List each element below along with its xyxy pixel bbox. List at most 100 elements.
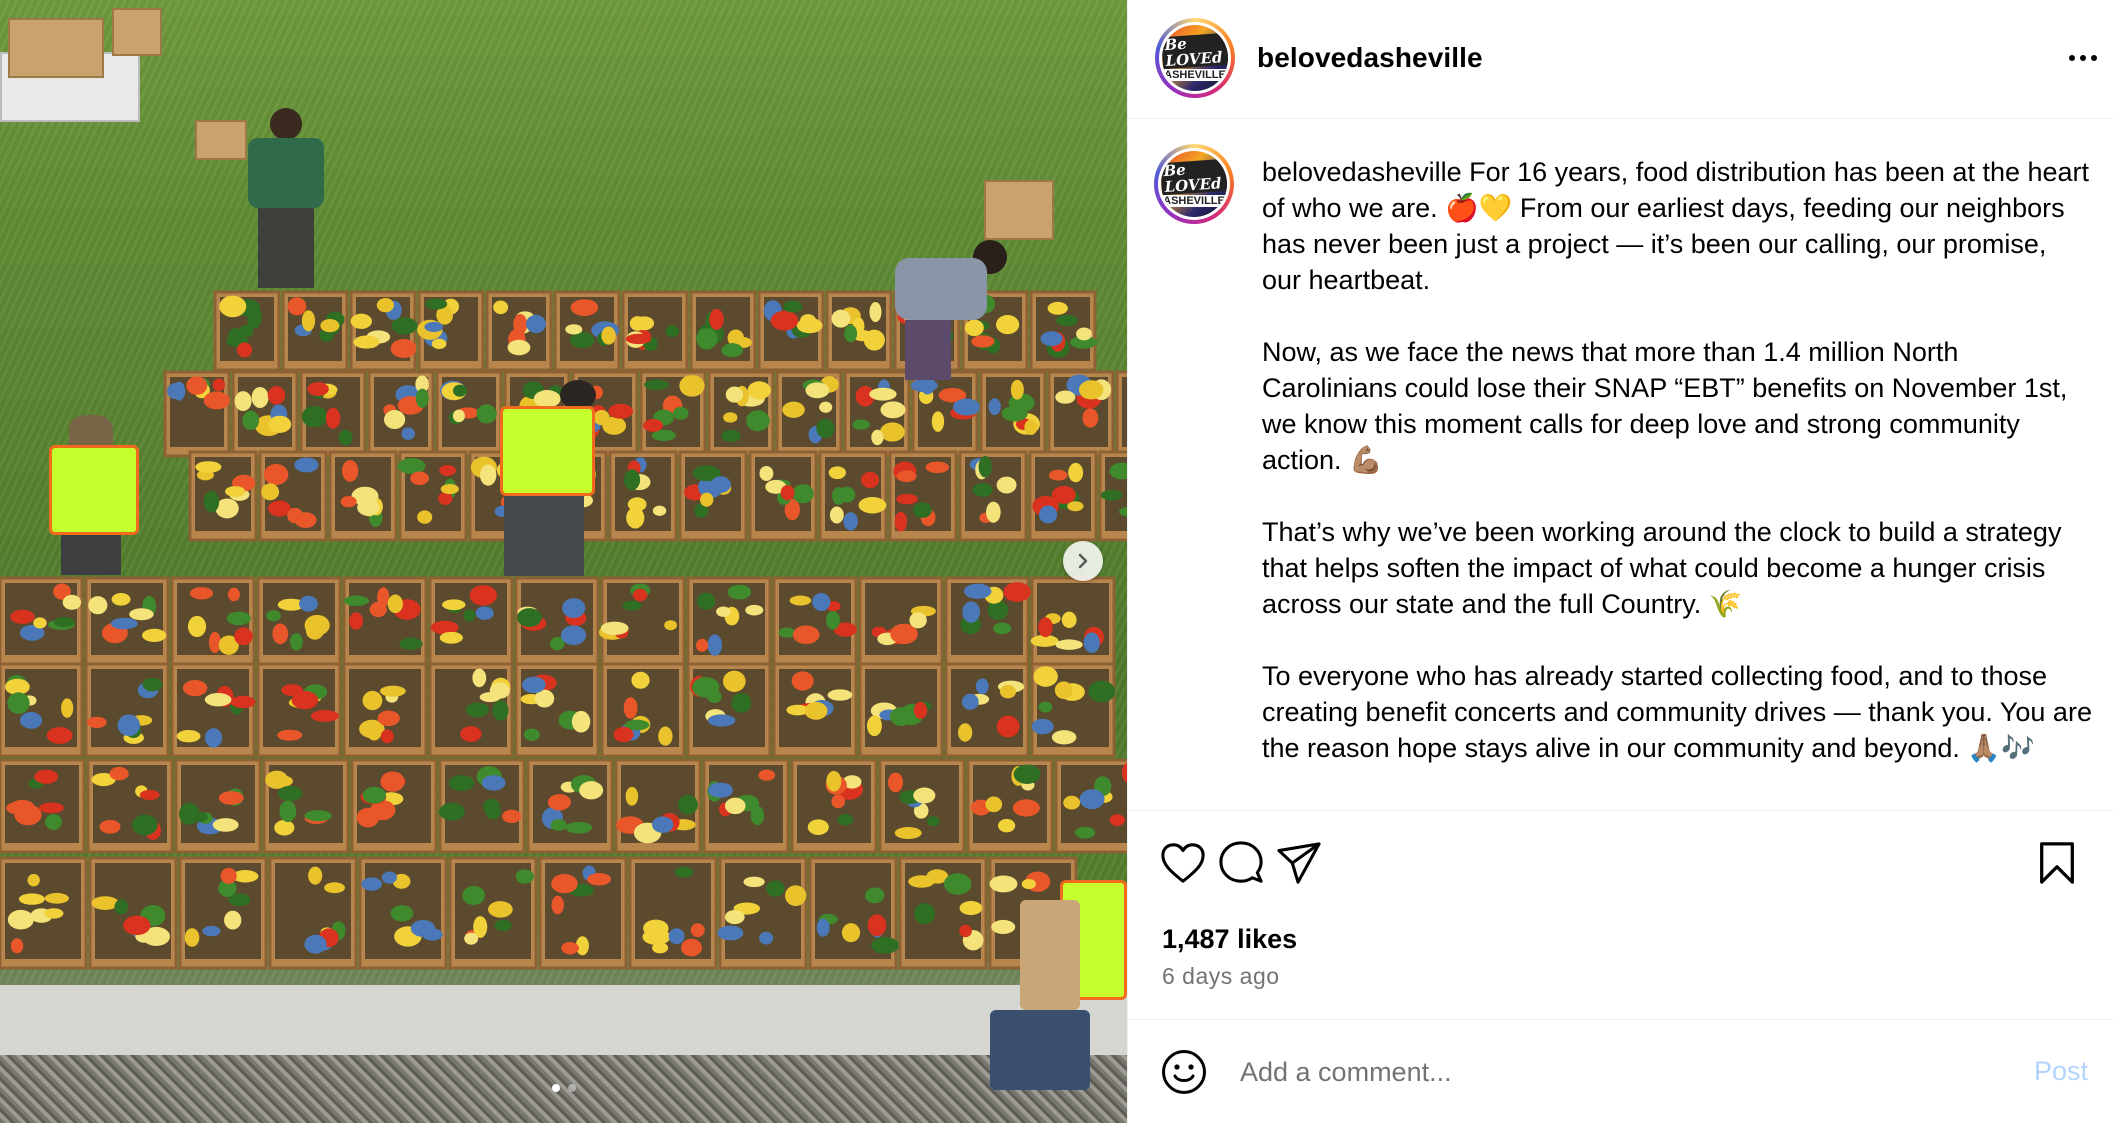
carousel-dot [551,1084,560,1092]
avatar-logo-text: Be LOVEd [1161,158,1227,196]
produce-item [1076,327,1093,341]
username-link[interactable]: belovedasheville [1257,42,1483,74]
produce-item [109,766,129,781]
produce-item [291,690,319,710]
avatar[interactable]: Be LOVEd ASHEVILLE [1155,18,1235,98]
produce-item [274,819,295,836]
produce-item [765,880,785,897]
post-side-panel: Be LOVEd ASHEVILLE belovedasheville Be L… [1127,0,2114,1123]
produce-item [826,770,842,792]
produce-item [114,899,128,915]
produce-item [187,615,207,638]
produce-item [843,512,858,531]
volunteer-vest [990,840,1127,1100]
post-timestamp[interactable]: 6 days ago [1162,963,1280,990]
post-comment-button[interactable]: Post [2034,1056,2088,1087]
produce-item [721,343,744,358]
produce-item [45,813,62,831]
more-options-icon[interactable] [2063,42,2103,74]
produce-item [1038,701,1053,713]
produce-item [807,819,829,835]
produce-item [913,502,932,518]
produce-item [1038,617,1053,638]
produce-item [831,794,846,809]
caption-paragraph: Now, as we face the news that more than … [1262,337,2068,475]
produce-item [658,726,673,746]
produce-item [442,599,466,611]
produce-item [707,714,736,727]
produce-item [485,803,501,820]
post-caption: belovedasheville For 16 years, food dist… [1262,154,2092,766]
produce-item [19,712,43,729]
produce-item [208,631,221,653]
produce-item [265,770,289,789]
produce-item [800,314,817,327]
carousel-dot [567,1084,576,1092]
produce-item [425,298,448,310]
produce-item [1039,505,1058,524]
produce-item [601,326,616,345]
emoji-button[interactable] [1160,1048,1208,1096]
produce-item [226,611,251,626]
produce-item [261,483,280,501]
caption-avatar[interactable]: Be LOVEd ASHEVILLE [1154,144,1234,224]
produce-item [212,378,226,392]
like-button[interactable] [1158,838,1208,888]
produce-item [132,814,158,836]
produce-item [44,892,69,904]
post-photo[interactable] [0,0,1127,1123]
produce-item [865,887,885,904]
share-button[interactable] [1274,838,1324,888]
produce-item [184,928,200,947]
produce-item [410,920,436,937]
produce-item [62,594,82,610]
produce-item [571,710,591,733]
produce-item [305,621,324,640]
produce-item [931,411,945,432]
produce-item [871,937,900,954]
comment-button[interactable] [1216,838,1266,888]
produce-item [224,910,242,930]
produce-item [247,306,262,329]
post-header: Be LOVEd ASHEVILLE belovedasheville [1128,0,2114,119]
produce-item [1063,795,1081,810]
produce-item [167,382,185,400]
produce-item [1051,485,1076,504]
produce-item [228,893,251,907]
produce-item [841,923,861,943]
produce-item [310,710,339,722]
produce-item [513,313,528,335]
produce-item [869,387,897,401]
produce-item [1082,408,1099,428]
produce-item [943,873,972,895]
produce-item [600,621,629,636]
likes-count[interactable]: 1,487 likes [1162,924,1297,955]
caption-username-link[interactable]: belovedasheville [1262,157,1462,187]
produce-item [562,598,586,619]
produce-item [242,410,260,431]
produce-item [746,410,770,432]
produce-item [251,386,269,409]
save-button[interactable] [2032,838,2082,888]
produce-item [220,867,237,884]
produce-item [1078,380,1104,400]
produce-item [677,794,698,815]
caption-scroll-area[interactable]: Be LOVEd ASHEVILLE belovedasheville For … [1128,120,2114,810]
produce-item [722,670,746,692]
produce-item [301,405,328,428]
comment-input[interactable] [1240,1050,1960,1094]
heart-icon [1161,843,1205,883]
produce-box-interior [779,583,851,655]
produce-item [287,507,304,524]
produce-item [896,493,918,505]
produce-item [353,335,380,349]
produce-item [778,627,796,638]
produce-item [481,775,506,791]
carousel-next-button[interactable] [1063,541,1103,581]
bookmark-icon [2040,842,2074,884]
produce-item [502,809,522,824]
produce-item [1088,680,1116,703]
produce-item [1033,666,1058,687]
produce-item [379,685,406,697]
produce-item [770,310,799,331]
